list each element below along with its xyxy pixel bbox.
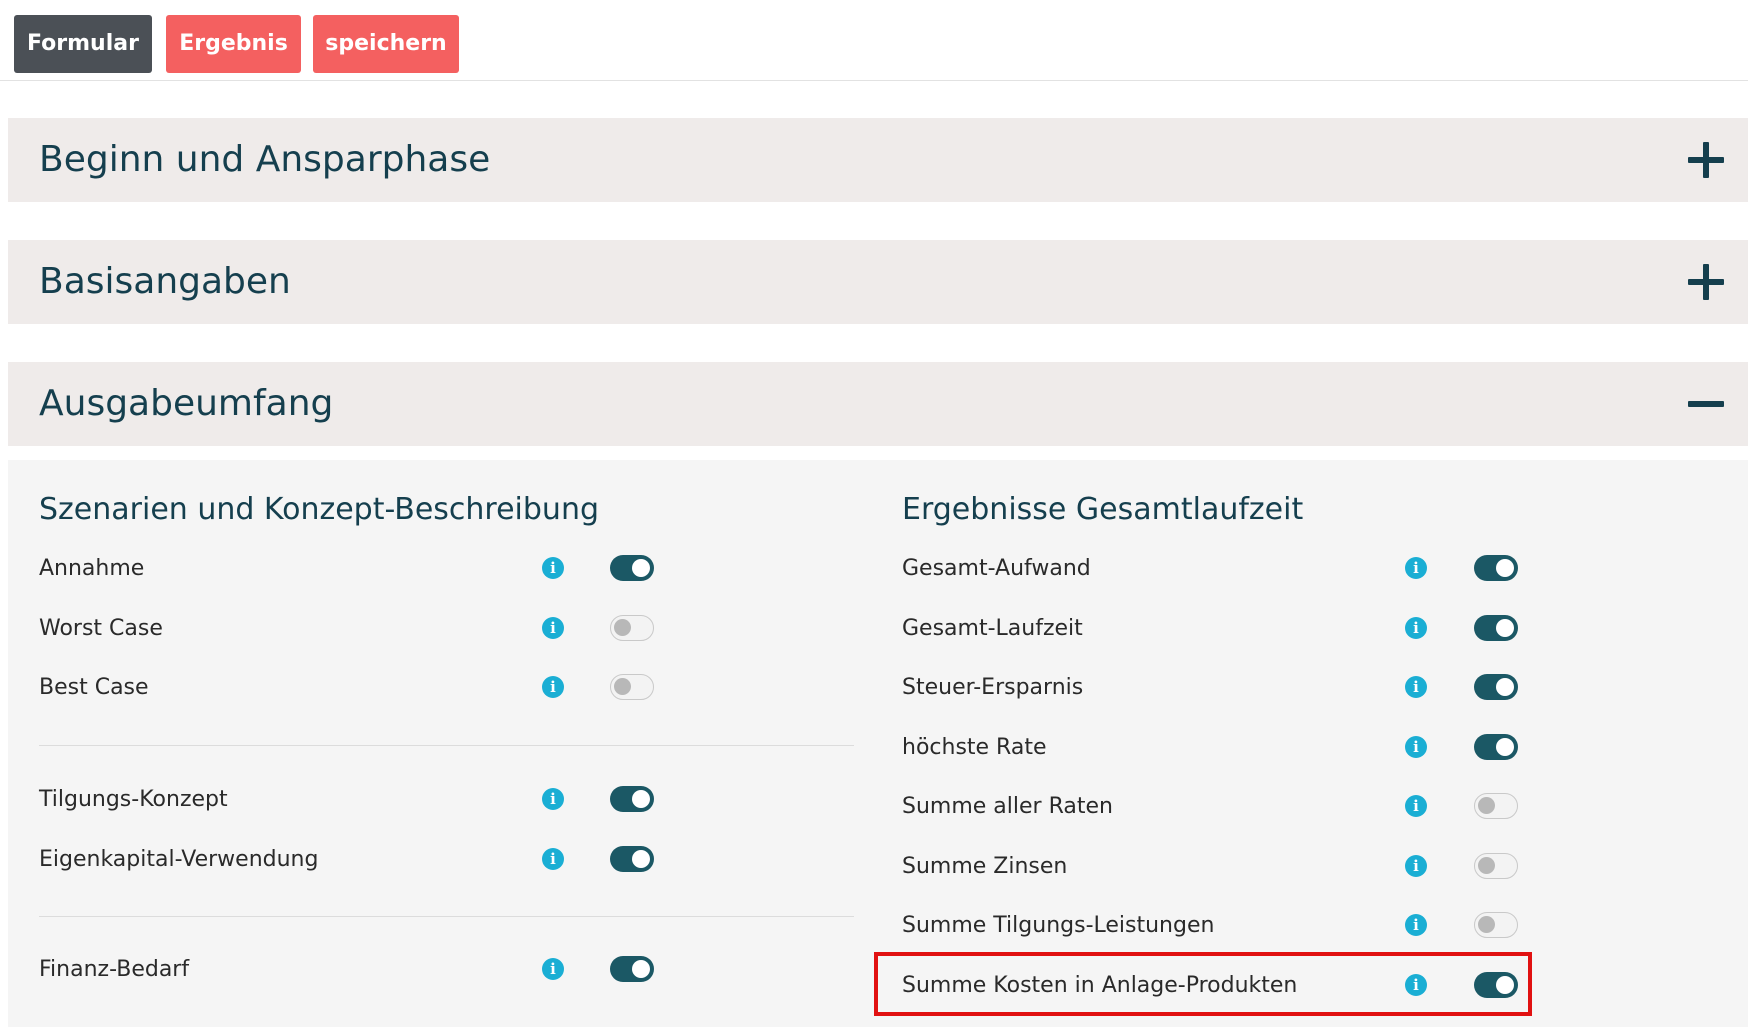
right-column-title: Ergebnisse Gesamtlaufzeit: [902, 492, 1304, 527]
option-label: Best Case: [39, 675, 149, 700]
speichern-button[interactable]: speichern: [313, 15, 459, 73]
left-column-title: Szenarien und Konzept-Beschreibung: [39, 492, 599, 527]
toggle-switch[interactable]: [610, 555, 654, 581]
formular-button[interactable]: Formular: [14, 15, 152, 73]
toggle-switch[interactable]: [610, 956, 654, 982]
toggle-switch[interactable]: [1474, 793, 1518, 819]
option-label: Gesamt-Laufzeit: [902, 616, 1083, 641]
accordion-title: Basisangaben: [39, 261, 291, 302]
option-gesamt-aufwand: Gesamt-Aufwand i: [902, 549, 1522, 589]
accordion-title: Beginn und Ansparphase: [39, 139, 491, 180]
option-label: Summe Tilgungs-Leistungen: [902, 913, 1215, 938]
plus-icon[interactable]: [1688, 264, 1724, 300]
toggle-switch[interactable]: [1474, 674, 1518, 700]
option-eigenkapital-verwendung: Eigenkapital-Verwendung i: [39, 840, 669, 880]
toggle-switch[interactable]: [610, 786, 654, 812]
toggle-switch[interactable]: [1474, 912, 1518, 938]
toggle-switch[interactable]: [1474, 853, 1518, 879]
plus-icon[interactable]: [1688, 142, 1724, 178]
option-label: Eigenkapital-Verwendung: [39, 847, 319, 872]
info-icon[interactable]: i: [1405, 914, 1427, 936]
option-hoechste-rate: höchste Rate i: [902, 728, 1522, 768]
info-icon[interactable]: i: [1405, 676, 1427, 698]
option-label: Worst Case: [39, 616, 163, 641]
info-icon[interactable]: i: [542, 848, 564, 870]
option-finanz-bedarf: Finanz-Bedarf i: [39, 950, 669, 990]
info-icon[interactable]: i: [1405, 795, 1427, 817]
info-icon[interactable]: i: [542, 617, 564, 639]
option-label: Finanz-Bedarf: [39, 957, 190, 982]
option-summe-tilgungs-leistungen: Summe Tilgungs-Leistungen i: [902, 906, 1522, 946]
toggle-switch[interactable]: [1474, 734, 1518, 760]
toggle-switch[interactable]: [610, 674, 654, 700]
option-annahme: Annahme i: [39, 549, 669, 589]
option-best-case: Best Case i: [39, 668, 669, 708]
toggle-switch[interactable]: [610, 846, 654, 872]
info-icon[interactable]: i: [542, 557, 564, 579]
accordion-beginn-header[interactable]: Beginn und Ansparphase: [8, 118, 1748, 202]
info-icon[interactable]: i: [542, 958, 564, 980]
toggle-switch[interactable]: [1474, 615, 1518, 641]
accordion-ausgabeumfang-header[interactable]: Ausgabeumfang: [8, 362, 1748, 446]
info-icon[interactable]: i: [1405, 855, 1427, 877]
toolbar: Formular Ergebnis speichern: [0, 0, 1748, 81]
info-icon[interactable]: i: [542, 788, 564, 810]
accordion-basisangaben-header[interactable]: Basisangaben: [8, 240, 1748, 324]
option-steuer-ersparnis: Steuer-Ersparnis i: [902, 668, 1522, 708]
option-gesamt-laufzeit: Gesamt-Laufzeit i: [902, 609, 1522, 649]
ergebnis-button[interactable]: Ergebnis: [166, 15, 301, 73]
option-summe-zinsen: Summe Zinsen i: [902, 847, 1522, 887]
option-label: Summe Zinsen: [902, 854, 1068, 879]
minus-icon[interactable]: [1688, 386, 1724, 422]
accordion-title: Ausgabeumfang: [39, 383, 334, 424]
option-summe-aller-raten: Summe aller Raten i: [902, 787, 1522, 827]
option-label: Annahme: [39, 556, 145, 581]
toggle-switch[interactable]: [610, 615, 654, 641]
option-label: Steuer-Ersparnis: [902, 675, 1084, 700]
info-icon[interactable]: i: [1405, 557, 1427, 579]
option-label: Gesamt-Aufwand: [902, 556, 1091, 581]
option-worst-case: Worst Case i: [39, 609, 669, 649]
divider: [39, 916, 854, 917]
option-label: Summe aller Raten: [902, 794, 1113, 819]
info-icon[interactable]: i: [542, 676, 564, 698]
highlight-box: [874, 952, 1532, 1016]
toggle-switch[interactable]: [1474, 555, 1518, 581]
info-icon[interactable]: i: [1405, 736, 1427, 758]
info-icon[interactable]: i: [1405, 617, 1427, 639]
divider: [39, 745, 854, 746]
option-tilgungs-konzept: Tilgungs-Konzept i: [39, 780, 669, 820]
option-label: Tilgungs-Konzept: [39, 787, 228, 812]
option-label: höchste Rate: [902, 735, 1047, 760]
